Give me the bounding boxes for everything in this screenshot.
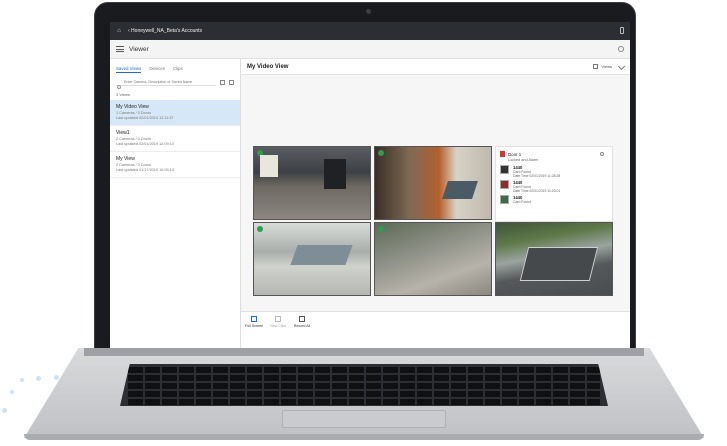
key-row [128, 367, 600, 373]
app-title: Viewer [129, 45, 149, 53]
full-screen-button[interactable]: Full Screen [241, 316, 267, 328]
view-cameras: 2 Cameras / 0 Doors [116, 163, 152, 167]
main-header: My Video View [241, 59, 630, 75]
camera-scene [260, 155, 278, 177]
event-thumbnail [500, 180, 509, 189]
camera-tile[interactable] [374, 146, 492, 220]
view-clips-button[interactable]: View Clips [265, 316, 291, 328]
home-icon[interactable]: ⌂ [110, 28, 128, 34]
view-cameras: 2 Cameras / 0 Doors [116, 137, 152, 141]
camera-scene [442, 181, 478, 199]
event-type: Card Found [513, 200, 531, 204]
laptop-front-edge [24, 434, 704, 440]
dot [10, 390, 14, 394]
event-row[interactable]: 1440 Card Found [496, 192, 612, 207]
door-header: Door 1 [496, 147, 612, 157]
view-name: View1 [116, 130, 130, 136]
camera-tile[interactable] [253, 222, 371, 296]
account-switcher[interactable]: ‹ Honeywell_NA_Beta's Accounts [128, 28, 202, 34]
live-badge [257, 226, 263, 232]
keyboard [120, 364, 608, 406]
webcam [366, 9, 371, 14]
sidebar: Saved Views Devices Clips 3 Views My Vid… [110, 59, 241, 348]
top-bar: ⌂ ‹ Honeywell_NA_Beta's Accounts [110, 22, 630, 40]
app-bar: Viewer [110, 40, 630, 59]
device-icon[interactable] [620, 27, 624, 34]
record-icon [299, 316, 305, 322]
list-item[interactable]: My View 2 Cameras / 0 Doors Last updated… [110, 152, 240, 178]
camera-scene [324, 159, 346, 189]
camera-tile[interactable] [495, 222, 613, 296]
key-row [128, 391, 600, 397]
bottom-toolbar: Full Screen View Clips Record All [241, 311, 630, 348]
live-badge [378, 150, 384, 156]
view-updated: Last updated 02/01/2019 12:11:37 [116, 116, 174, 120]
fullscreen-icon [251, 316, 257, 322]
laptop-base [24, 348, 704, 442]
search-input[interactable] [116, 78, 216, 86]
views-count: 3 Views [116, 92, 130, 97]
key-row [128, 375, 600, 381]
view-name: My View [116, 156, 135, 162]
user-icon[interactable] [618, 46, 624, 52]
view-updated: Last updated 02/01/2019 12:09:10 [116, 142, 174, 146]
list-item[interactable]: View1 2 Cameras / 0 Doors Last updated 0… [110, 126, 240, 152]
search-icon [117, 85, 121, 89]
tab-clips[interactable]: Clips [173, 66, 183, 73]
search-row [116, 77, 234, 87]
grid-icon [593, 64, 599, 69]
clips-icon [275, 316, 281, 322]
event-time: Date Time 02/01/2019 11:23:01 [513, 189, 561, 193]
tab-saved-views[interactable]: Saved Views [116, 66, 142, 73]
event-thumbnail [500, 165, 509, 174]
main-panel: My Video View Views Door 1 Locked and Al… [241, 59, 630, 348]
key-row [128, 399, 600, 405]
record-all-label: Record All [293, 324, 311, 328]
record-all-button[interactable]: Record All [289, 316, 315, 328]
full-screen-label: Full Screen [244, 324, 264, 328]
camera-tile[interactable] [253, 146, 371, 220]
door-icon [500, 151, 505, 157]
camera-scene [290, 245, 353, 265]
views-label: Views [601, 64, 612, 69]
trackpad [282, 410, 446, 428]
key-row [128, 383, 600, 389]
list-item[interactable]: My Video View 1 Cameras / 0 Doors Last u… [110, 100, 240, 126]
views-button[interactable]: Views [593, 64, 612, 69]
camera-tile[interactable] [374, 222, 492, 296]
page-title: My Video View [247, 63, 289, 70]
view-name: My Video View [116, 104, 149, 110]
view-updated: Last updated 01/17/2019 10:05:14 [116, 168, 174, 172]
event-thumbnail [500, 195, 509, 204]
laptop-scene: ⌂ ‹ Honeywell_NA_Beta's Accounts Viewer … [0, 0, 727, 446]
filter-icon[interactable] [220, 79, 225, 85]
view-clips-label: View Clips [269, 324, 287, 328]
sidebar-tabs: Saved Views Devices Clips [110, 59, 240, 73]
settings-icon[interactable] [600, 152, 604, 156]
event-time: Date Time 02/01/2019 11:28:28 [513, 174, 561, 178]
laptop-hinge [84, 348, 644, 356]
live-badge [378, 226, 384, 232]
door-name: Door 1 [508, 151, 522, 157]
event-row[interactable]: 1440 Card Found Date Time 02/01/2019 11:… [496, 177, 612, 193]
tab-devices[interactable]: Devices [149, 66, 165, 73]
door-events-panel: Door 1 Locked and Alarm 1440 Card Found … [495, 146, 613, 222]
event-row[interactable]: 1440 Card Found Date Time 02/01/2019 11:… [496, 162, 612, 178]
camera-scene [519, 247, 599, 281]
delete-icon[interactable] [229, 79, 234, 85]
screen: ⌂ ‹ Honeywell_NA_Beta's Accounts Viewer … [110, 22, 630, 348]
dot [2, 408, 7, 413]
menu-icon[interactable] [116, 46, 124, 52]
view-cameras: 1 Cameras / 0 Doors [116, 111, 152, 115]
